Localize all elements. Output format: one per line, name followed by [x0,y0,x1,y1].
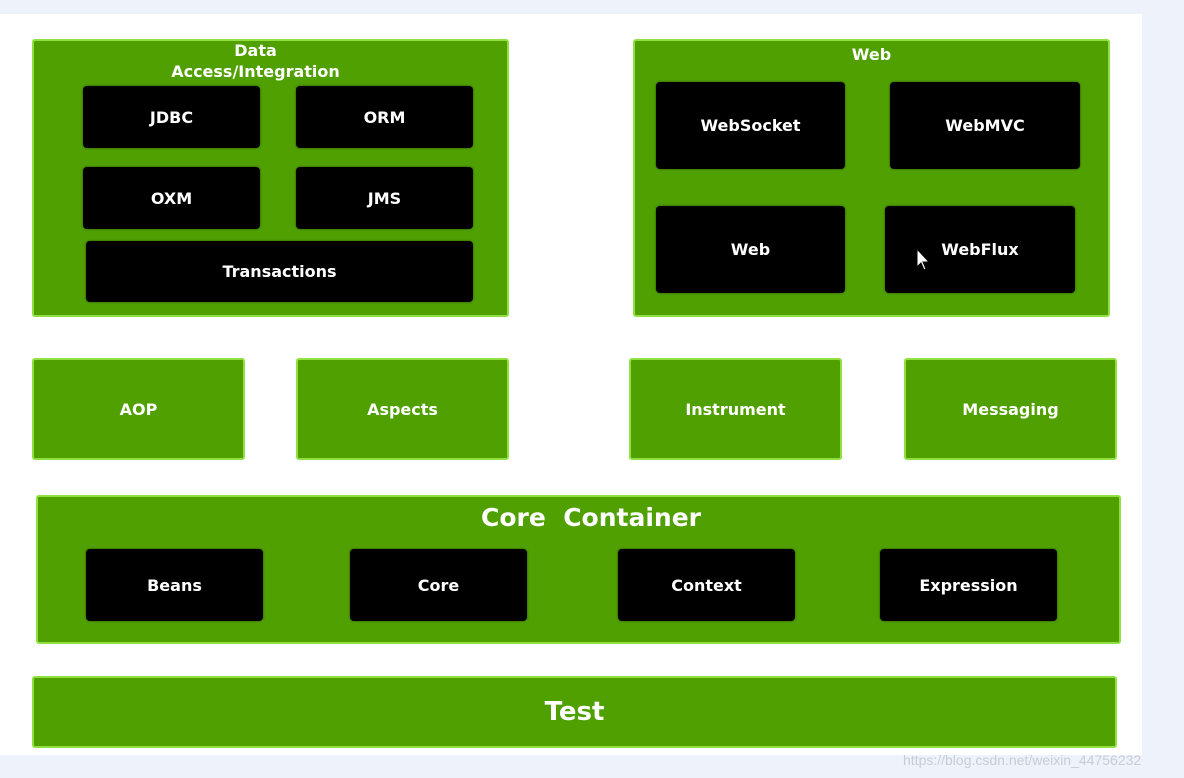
module-messaging: Messaging [904,358,1117,460]
module-instrument: Instrument [629,358,842,460]
module-oxm: OXM [83,167,260,229]
web-title: Web [851,45,892,64]
module-aspects: Aspects [296,358,509,460]
watermark: https://blog.csdn.net/weixin_44756232 [903,752,1142,768]
module-web: Web [656,206,845,293]
module-websocket: WebSocket [656,82,845,169]
data-access-title-line1: Data [234,41,277,60]
module-jdbc: JDBC [83,86,260,148]
module-test: Test [32,676,1117,748]
module-webmvc: WebMVC [890,82,1080,169]
core-container-title: Core Container [480,503,701,532]
data-access-title-line2: Access/Integration [171,62,340,81]
module-aop: AOP [32,358,245,460]
data-access-title: Data Access/Integration [32,40,479,82]
module-expression: Expression [880,549,1057,621]
module-beans: Beans [86,549,263,621]
module-jms: JMS [296,167,473,229]
mouse-cursor-icon [916,248,931,271]
module-webflux: WebFlux [885,206,1075,293]
module-orm: ORM [296,86,473,148]
module-core: Core [350,549,527,621]
module-transactions: Transactions [86,241,473,302]
module-context: Context [618,549,795,621]
